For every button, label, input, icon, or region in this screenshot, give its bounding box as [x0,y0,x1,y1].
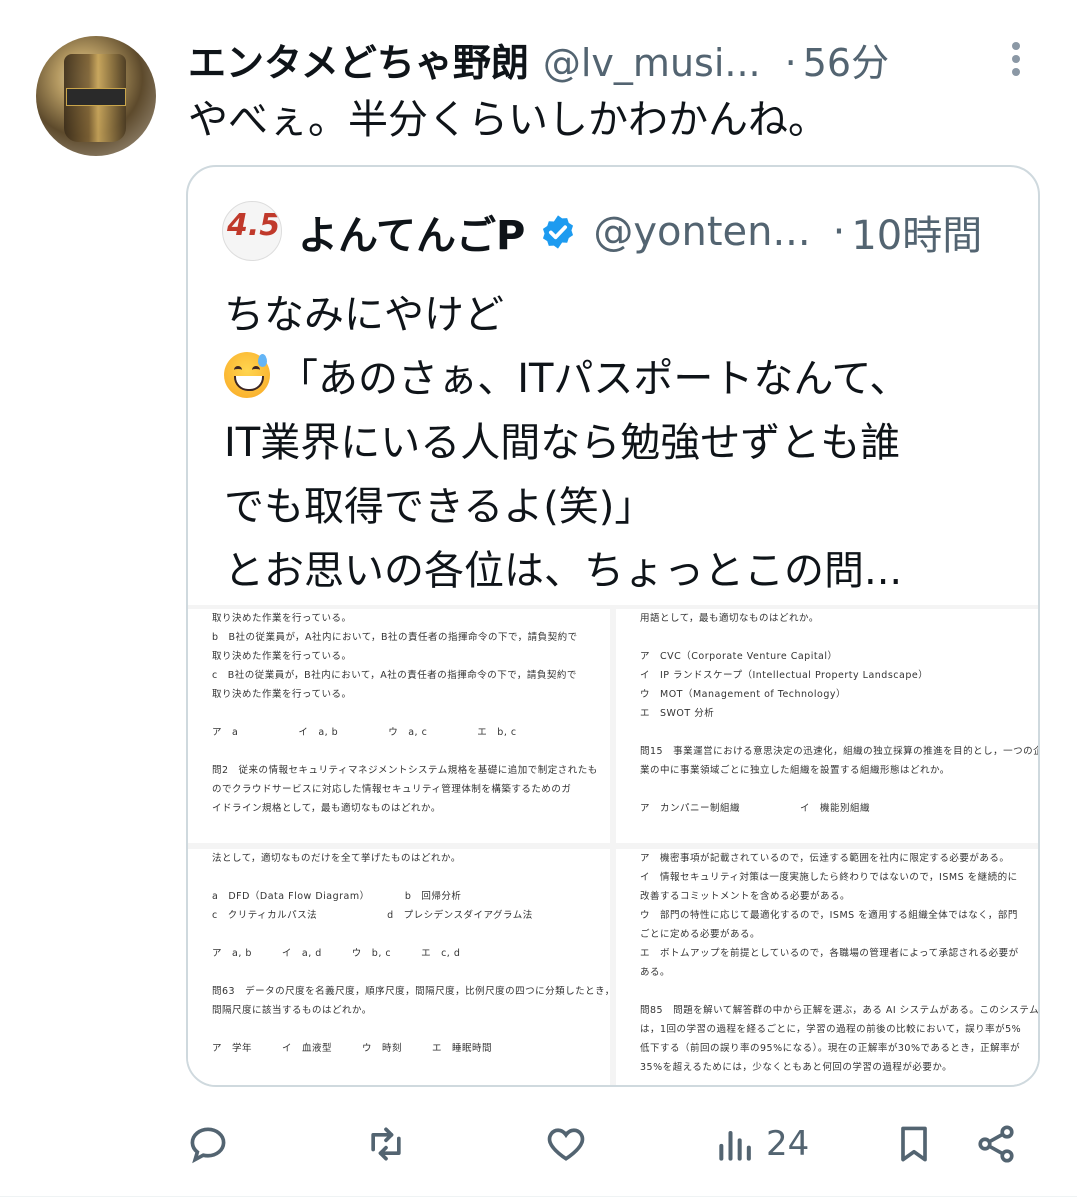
quoted-avatar-text: 4.5 [227,208,281,243]
scan-image-4[interactable]: ア 機密事項が記載されているので，伝達する範囲を社内に限定する必要がある。イ 情… [616,849,1038,1085]
scan-text-line: エ SWOT 分析 [640,708,715,719]
quoted-time[interactable]: 10時間 [851,203,982,261]
grinning-sweat-emoji-icon [224,352,270,398]
quoted-author-handle[interactable]: @yonten... [593,209,810,255]
bookmark-button[interactable] [892,1114,936,1174]
quoted-tweet[interactable]: 4.5 よんてんごP @yonten... · 10時間 ちなみにやけど 「あの… [186,165,1040,1087]
scan-text-line [188,742,610,761]
share-button[interactable] [974,1114,1018,1174]
scan-text-line [616,628,1038,647]
share-icon [978,1125,1014,1163]
bookmark-icon [901,1126,927,1162]
scan-text-line: 取り決めた作業を行っている。 [212,651,352,662]
scan-text-line: 間隔尺度に該当するものはどれか。 [212,1005,372,1016]
scan-text-line: ア CVC（Corporate Venture Capital） [640,651,838,662]
quoted-header-separator: · [832,209,846,255]
quoted-text-line-with-emoji: 「あのさぁ、ITパスポートなんて、 [224,347,1014,411]
scan-text-line: 取り決めた作業を行っている。 [212,689,352,700]
scan-text-line: 用語として，最も適切なものはどれか。 [640,613,819,624]
scan-text-line: イ IP ランドスケープ（Intellectual Property Lands… [640,670,929,681]
scan-text-line [188,1020,610,1039]
scan-text-line: 問2 従来の情報セキュリティマネジメントシステム規格を基礎に追加で制定されたも [212,765,598,776]
scan-text-line: ア カンパニー制組織 イ 機能別組織 [640,803,871,814]
more-options-icon[interactable] [1006,42,1026,82]
header-separator: · [784,41,797,85]
quoted-text-line: ちなみにやけど [224,292,504,338]
author-handle[interactable]: @lv_musi... [543,41,761,85]
scan-image-3[interactable]: 法として，適切なものだけを全て挙げたものはどれか。 a DFD（Data Flo… [188,849,610,1085]
avatar-label-image [66,88,126,106]
scan-text-line: 問63 データの尺度を名義尺度，順序尺度，間隔尺度，比例尺度の四つに分類したとき… [212,986,610,997]
views-button[interactable]: 24 [714,1114,809,1174]
scan-text-line: ある。 [640,967,671,978]
scan-text-line [188,704,610,723]
scan-text-line: 業の中に事業領域ごとに独立した組織を設置する組織形態はどれか。 [640,765,950,776]
quoted-text: ちなみにやけど 「あのさぁ、ITパスポートなんて、 IT業界にいる人間なら勉強せ… [224,283,1014,603]
bottom-divider [0,1196,1077,1197]
scan-image-2[interactable]: 用語として，最も適切なものはどれか。 ア CVC（Corporate Ventu… [616,609,1038,843]
scan-text-line [616,723,1038,742]
scan-text-line: ごとに定める必要がある。 [640,929,761,940]
reply-icon [190,1127,226,1164]
verified-badge-icon [543,215,574,249]
tweet-text: やべぇ。半分くらいしかわかんね。 [188,97,828,143]
views-chart-icon [719,1130,751,1161]
author-name[interactable]: エンタメどちゃ野朗 [188,32,529,87]
scan-text-line: ア a, b イ a, d ウ b, c エ c, d [212,948,461,959]
quoted-author-name[interactable]: よんてんごP [298,203,525,261]
quoted-author-avatar[interactable]: 4.5 [222,201,282,261]
scan-text-line [188,925,610,944]
scan-text-line: 改善するコミットメントを含める必要がある。 [640,891,851,902]
scan-text-line: a DFD（Data Flow Diagram） b 回帰分析 [212,891,462,902]
heart-icon [547,1128,585,1161]
scan-text-line: エ ボトムアップを前提としているので，各職場の管理者によって承認される必要が [640,948,1019,959]
quoted-text-line: IT業界にいる人間なら勉強せずとも誰 [224,420,901,466]
scan-text-line: 低下する（前回の誤り率の95%になる）。現在の正解率が30%であるとき，正解率が [640,1043,1021,1054]
action-bar: 24 [0,1114,1077,1174]
tweet-header: エンタメどちゃ野朗 @lv_musi... · 56分 [188,32,889,87]
scan-text-line: のでクラウドサービスに対応した情報セキュリティ管理体制を構築するためのガ [212,784,572,795]
author-avatar[interactable] [36,36,156,156]
scan-text-line [616,982,1038,1001]
repost-button[interactable] [364,1114,408,1174]
scan-text-line [616,780,1038,799]
scan-text-line: ア a イ a, b ウ a, c エ b, c [212,727,517,738]
scan-text-line: ア 学年 イ 血液型 ウ 時刻 エ 睡眠時間 [212,1043,493,1054]
reply-button[interactable] [186,1114,230,1174]
scan-text-line: 取り決めた作業を行っている。 [212,613,352,624]
scan-text-line: 35%を超えるためには，少なくともあと何回の学習の過程が必要か。 [640,1062,953,1073]
quoted-text-line: とお思いの各位は、ちょっとこの問... [224,548,903,594]
like-button[interactable] [544,1114,588,1174]
scan-text-line: イドライン規格として，最も適切なものはどれか。 [212,803,441,814]
tweet-time[interactable]: 56分 [803,32,889,87]
attached-images: 取り決めた作業を行っている。 b B社の従業員が，A社内において，B社の責任者の指… [188,605,1038,1085]
scan-text-line [188,963,610,982]
scan-text-line: ウ 部門の特性に応じて最適化するので，ISMS を適用する組織全体ではなく，部門 [640,910,1018,921]
repost-icon [371,1127,401,1161]
scan-text-line: イ 情報セキュリティ対策は一度実施したら終わりではないので，ISMS を継続的に [640,872,1018,883]
quoted-text-line: 「あのさぁ、ITパスポートなんて、 [278,356,910,402]
quoted-text-line: でも取得できるよ(笑)」 [224,484,655,530]
scan-text-line: ウ MOT（Management of Technology） [640,689,846,700]
scan-text-line: 法として，適切なものだけを全て挙げたものはどれか。 [212,853,461,864]
scan-text-line: 問85 問題を解いて解答群の中から正解を選ぶ，ある AI システムがある。このシ… [640,1005,1038,1016]
scan-text-line: は，1回の学習の過程を経るごとに，学習の過程の前後の比較において，誤り率が5% [640,1024,1022,1035]
scan-text-line: b B社の従業員が，A社内において，B社の責任者の指揮命令の下で，請負契約で [212,632,578,643]
scan-image-1[interactable]: 取り決めた作業を行っている。 b B社の従業員が，A社内において，B社の責任者の指… [188,609,610,843]
scan-text-line [188,868,610,887]
scan-text-line: ア 機密事項が記載されているので，伝達する範囲を社内に限定する必要がある。 [640,853,1010,864]
scan-text-line: c クリティカルパス法 d プレシデンスダイアグラム法 [212,910,533,921]
quoted-header: よんてんごP @yonten... · 10時間 [298,203,982,261]
scan-text-line: c B社の従業員が，B社内において，A社の責任者の指揮命令の下で，請負契約で [212,670,577,681]
scan-text-line: 問15 事業運営における意思決定の迅速化，組織の独立採算の推進を目的とし，一つの… [640,746,1038,757]
views-count: 24 [766,1124,810,1164]
